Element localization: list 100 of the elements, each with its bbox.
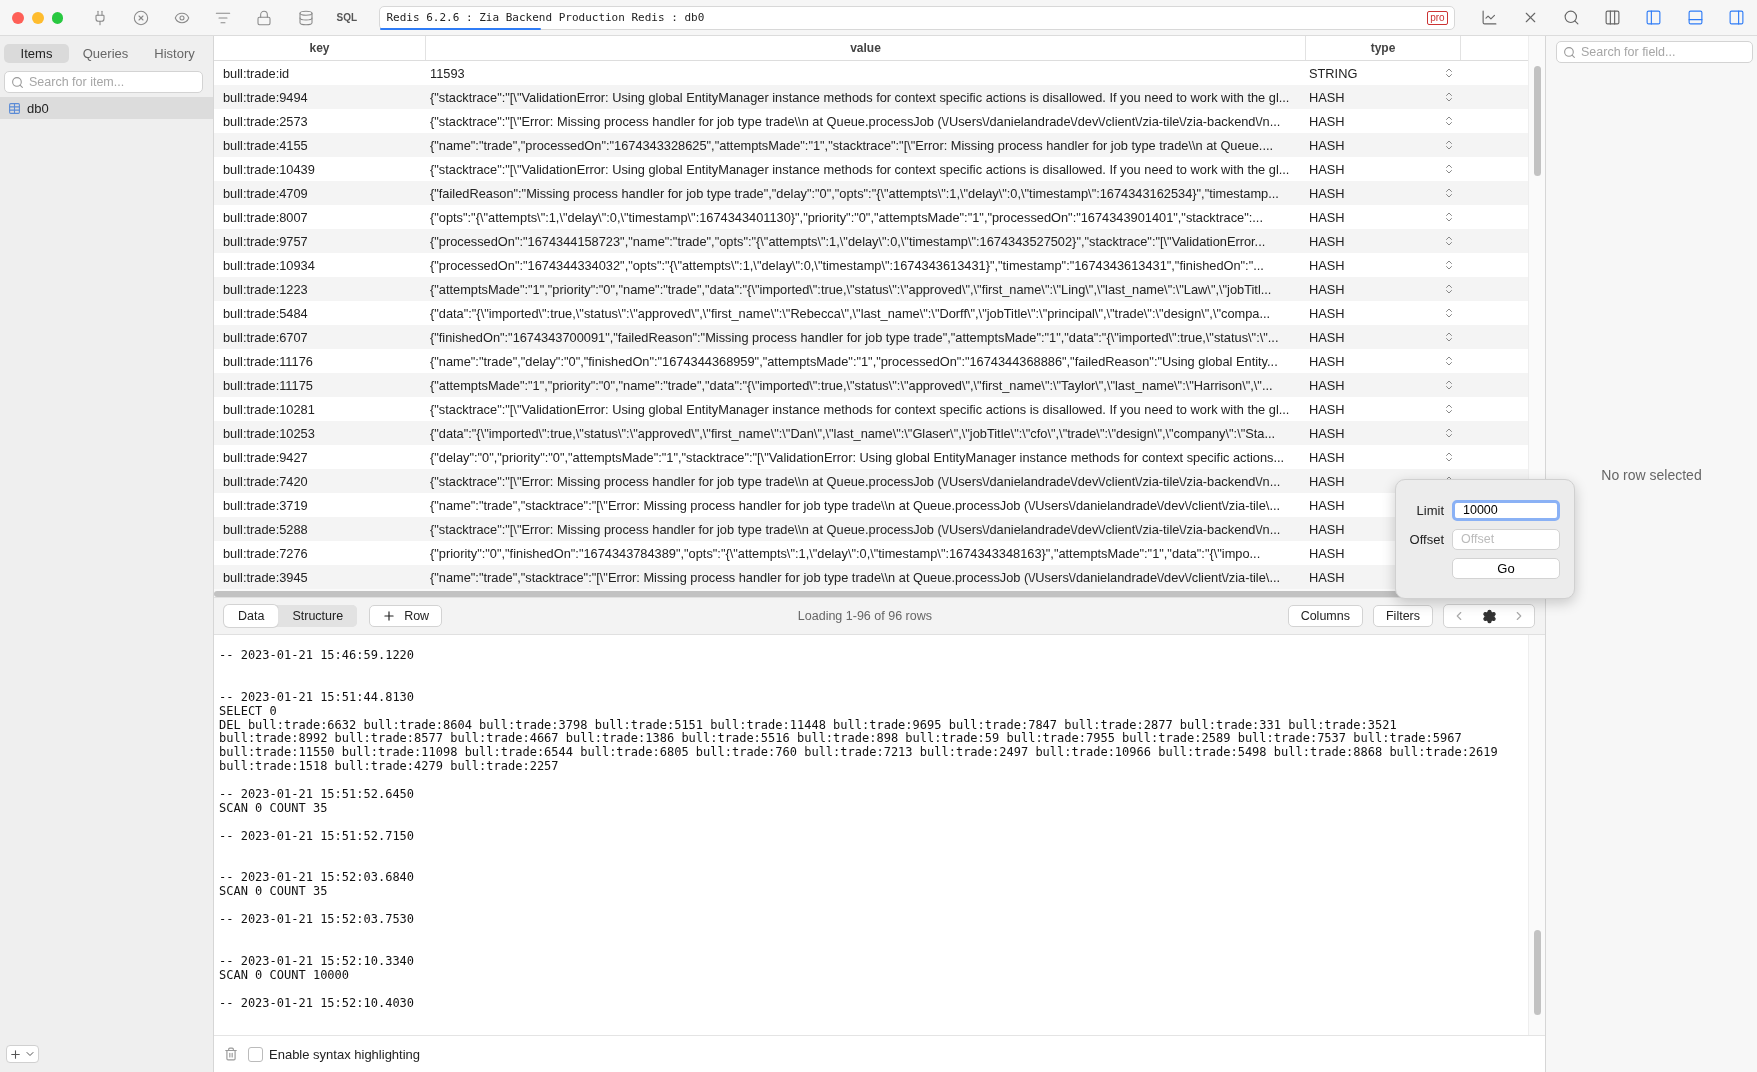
type-cell: HASH	[1309, 449, 1345, 465]
checkbox-label: Enable syntax highlighting	[269, 1046, 421, 1062]
updown-icon[interactable]	[1443, 331, 1455, 343]
trash-icon[interactable]	[224, 1047, 238, 1061]
value-cell-text: {"stacktrace":"[\"Error: Missing process handler for job type trade\\n at Queue.processJob (\/Users\/danielandrade\/dev\/client\/zia-tile\/zia-backend\/n...	[429, 521, 1282, 537]
sidebar-tab[interactable]: Queries	[73, 44, 138, 63]
updown-icon[interactable]	[1443, 139, 1455, 151]
value-cell-text: {"stacktrace":"[\"ValidationError: Using global EntityManager instance methods for context specific actions is disallowed. If you need to work with the gl...	[429, 161, 1291, 177]
key-cell-text: bull:trade:id	[222, 65, 291, 81]
value-cell-text: {"delay":"0","priority":"0","attemptsMade":"1","stacktrace":"[\"ValidationError: Using global EntityManager instance methods for context specific actions...	[429, 449, 1286, 465]
add-row-button[interactable]: Row	[369, 605, 443, 627]
value-cell-text: {"priority":"0","finishedOn":"1674343784389","opts":"{\"attempts\":1,\"delay\":0,\"timestamp\":1674343348163}","attemptsMade":"1","data":"{\"impo...	[429, 545, 1262, 561]
limit-field[interactable]: 10000	[1452, 499, 1560, 521]
value-cell-text: {"name":"trade","stacktrace":"[\"Error: Missing process handler for job type trade\\n at Queue.processJob (\/Users\/danielandrade\/dev\/client\/zia-tile\...	[429, 569, 1282, 585]
updown-icon[interactable]	[1443, 427, 1455, 439]
toolbar-button[interactable]: Columns	[1287, 605, 1363, 627]
chart-icon[interactable]	[1480, 9, 1498, 26]
column-header[interactable]: key	[214, 36, 426, 60]
field-search-field[interactable]: Search for field...	[1556, 41, 1753, 63]
log-timestamp: -- 2023-01-21 15:46:59.1220	[219, 649, 416, 663]
updown-icon[interactable]	[1443, 187, 1455, 199]
key-cell-text: bull:trade:10439	[222, 161, 316, 177]
plus-icon	[382, 609, 397, 623]
log-timestamp: -- 2023-01-21 15:51:44.8130	[219, 690, 416, 705]
updown-icon[interactable]	[1443, 211, 1455, 223]
type-cell: HASH	[1309, 569, 1345, 585]
panel-bottom-icon[interactable]	[1686, 9, 1704, 26]
key-cell-text: bull:trade:5484	[222, 305, 309, 321]
value-cell-text: {"stacktrace":"[\"Error: Missing process handler for job type trade\\n at Queue.processJob (\/Users\/danielandrade\/dev\/client\/zia-tile\/zia-backend\/n...	[429, 113, 1282, 129]
type-cell: HASH	[1309, 161, 1345, 177]
search-icon[interactable]	[1563, 9, 1581, 26]
lock-icon[interactable]	[256, 9, 273, 26]
key-cell-text: bull:trade:2573	[222, 113, 309, 129]
updown-icon[interactable]	[1443, 115, 1455, 127]
database-item[interactable]: db0	[0, 97, 213, 119]
log-command: SCAN 0 COUNT 10000	[219, 968, 351, 983]
column-header[interactable]: type	[1306, 36, 1461, 60]
sidebar-tab[interactable]: Items	[4, 44, 69, 63]
sql-button[interactable]: SQL	[326, 12, 368, 23]
updown-icon[interactable]	[1443, 163, 1455, 175]
type-cell: HASH	[1309, 281, 1345, 297]
key-cell-text: bull:trade:5288	[222, 521, 309, 537]
key-cell-text: bull:trade:9427	[222, 449, 309, 465]
limit-label: Limit	[1415, 502, 1445, 518]
gear-icon	[1481, 608, 1497, 624]
updown-icon[interactable]	[1443, 403, 1455, 415]
add-button[interactable]	[6, 1045, 39, 1063]
updown-icon[interactable]	[1443, 307, 1455, 319]
type-cell: HASH	[1309, 425, 1345, 441]
columns-icon[interactable]	[1604, 9, 1622, 26]
view-tab[interactable]: Data	[224, 605, 279, 627]
sidebar-right-icon[interactable]	[1727, 9, 1745, 26]
type-cell: STRING	[1309, 65, 1358, 81]
zoom-window-button[interactable]	[51, 11, 64, 24]
value-cell-text: {"name":"trade","stacktrace":"[\"Error: Missing process handler for job type trade\\n at Queue.processJob (\/Users\/danielandrade\/dev\/client\/zia-tile\...	[429, 497, 1282, 513]
value-cell-text: {"finishedOn":"1674343700091","failedReason":"Missing process handler for job type trade","attemptsMade":"1","data":"{\"imported\":true,\"status\":\"...	[429, 329, 1280, 345]
offset-field[interactable]: Offset	[1452, 528, 1560, 550]
log-command: SCAN 0 COUNT 35	[219, 801, 329, 816]
table-icon	[8, 101, 21, 115]
log-timestamp: -- 2023-01-21 15:51:52.7150	[219, 829, 416, 844]
type-cell: HASH	[1309, 401, 1345, 417]
key-cell-text: bull:trade:9494	[222, 89, 309, 105]
log-timestamp: -- 2023-01-21 15:51:52.6450	[219, 788, 416, 802]
value-cell-text: {"stacktrace":"[\"Error: Missing process handler for job type trade\\n at Queue.processJob (\/Users\/danielandrade\/dev\/client\/zia-tile\/zia-backend\/n...	[429, 473, 1282, 489]
type-cell: HASH	[1309, 545, 1345, 561]
log-command: bull:trade:1518 bull:trade:4279 bull:trade:2257	[219, 760, 560, 775]
database-name: db0	[27, 100, 49, 116]
type-cell: HASH	[1309, 497, 1345, 513]
updown-icon[interactable]	[1443, 259, 1455, 271]
scrollbar-thumb[interactable]	[1533, 930, 1541, 1015]
empty-message: No row selected	[1600, 467, 1703, 483]
updown-icon[interactable]	[1443, 355, 1455, 367]
value-cell-text: {"attemptsMade":"1","priority":"0","name":"trade","data":"{\"imported\":true,\"status\":\"approved\",\"first_name\":\"Ling\",\"last_name\":\"Law\",\"jobTitl...	[429, 281, 1273, 297]
updown-icon[interactable]	[1443, 235, 1455, 247]
sidebar-left-icon[interactable]	[1645, 9, 1663, 26]
updown-icon[interactable]	[1443, 283, 1455, 295]
value-cell-text: {"opts":"{\"attempts\":1,\"delay\":0,\"timestamp\":1674343401130}","priority":"0","attemptsMade":"1","processedOn":"1674343901401","stacktrace":...	[429, 209, 1264, 225]
toolbar-button[interactable]: Filters	[1372, 605, 1433, 627]
value-cell-text: 11593	[429, 65, 466, 81]
value-cell-text: {"processedOn":"1674344158723","name":"trade","opts":"{\"attempts\":1,\"delay\":0,\"timestamp\":1674343527502}","stacktrace":"[\"ValidationError...	[429, 233, 1267, 249]
database-icon[interactable]	[297, 9, 314, 26]
plus-icon	[9, 1047, 22, 1061]
updown-icon[interactable]	[1443, 91, 1455, 103]
key-cell-text: bull:trade:10934	[222, 257, 316, 273]
syntax-checkbox[interactable]	[248, 1046, 263, 1062]
key-cell-text: bull:trade:11176	[222, 353, 314, 369]
updown-icon[interactable]	[1443, 379, 1455, 391]
value-cell-text: {"failedReason":"Missing process handler for job type trade","delay":"0","opts":"{\"attempts\":1,\"delay\":0,\"timestamp\":1674343162534}","timestamp...	[429, 185, 1280, 201]
scrollbar-thumb[interactable]	[1533, 66, 1541, 176]
sidebar-tab[interactable]: History	[142, 44, 207, 63]
cancel-icon[interactable]	[132, 9, 149, 26]
key-cell-text: bull:trade:8007	[222, 209, 309, 225]
updown-icon[interactable]	[1443, 451, 1455, 463]
column-header[interactable]: value	[426, 36, 1306, 60]
log-command: bull:trade:11550 bull:trade:11098 bull:trade:6544 bull:trade:6805 bull:trade:760 bull:trade:7213 bull:trade:2497 bull:trade:10966 bull:trade:5498 bull:trade:8868 bull:trade:2619	[219, 746, 1499, 760]
go-button[interactable]: Go	[1452, 557, 1560, 579]
updown-icon[interactable]	[1443, 67, 1455, 79]
view-tab[interactable]: Structure	[278, 605, 358, 627]
item-search-field[interactable]: Search for item...	[4, 71, 203, 93]
close-window-button[interactable]	[12, 11, 24, 24]
